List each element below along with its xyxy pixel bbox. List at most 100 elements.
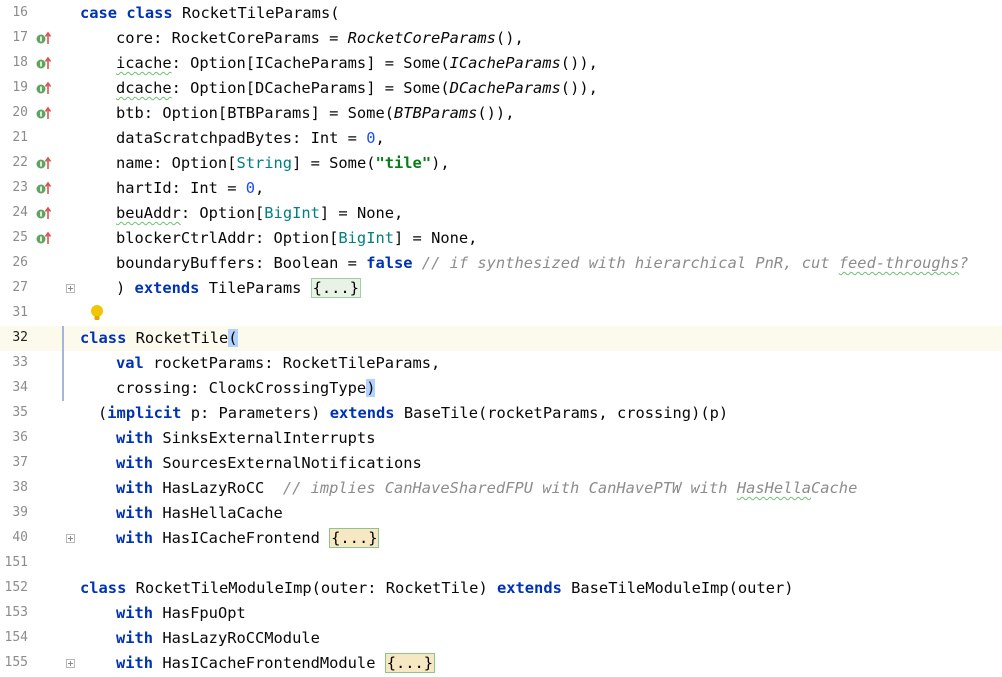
code-text: case class RocketTileParams( — [80, 2, 339, 25]
code-token: case — [80, 4, 127, 22]
code-line[interactable]: 153 with HasFpuOpt — [0, 601, 1002, 626]
code-token: hartId: Int = — [116, 179, 246, 197]
code-token: blockerCtrlAddr: Option[ — [116, 229, 339, 247]
line-number: 32 — [12, 330, 28, 345]
line-number: 154 — [4, 630, 28, 645]
line-number: 16 — [12, 5, 28, 20]
overrides-method-icon[interactable] — [36, 206, 52, 220]
code-text: class RocketTile( — [80, 327, 238, 350]
overrides-method-icon[interactable] — [36, 181, 52, 195]
code-line[interactable]: 34 crossing: ClockCrossingType) — [0, 376, 1002, 401]
code-line[interactable]: 36 with SinksExternalInterrupts — [0, 426, 1002, 451]
code-token: beuAddr — [116, 204, 181, 222]
code-line[interactable]: 154 with HasLazyRoCCModule — [0, 626, 1002, 651]
code-text: with HasLazyRoCCModule — [116, 627, 320, 650]
code-line[interactable]: 35 (implicit p: Parameters) extends BaseT… — [0, 401, 1002, 426]
code-line[interactable]: 155 with HasICacheFrontendModule {...} — [0, 651, 1002, 676]
fold-expand-icon[interactable] — [66, 659, 75, 668]
code-token: with — [116, 454, 163, 472]
code-line[interactable]: 40 with HasICacheFrontend {...} — [0, 526, 1002, 551]
code-line[interactable]: 22 name: Option[String] = Some("tile"), — [0, 151, 1002, 176]
code-line[interactable]: 37 with SourcesExternalNotifications — [0, 451, 1002, 476]
code-line[interactable]: 24 beuAddr: Option[BigInt] = None, — [0, 201, 1002, 226]
code-line[interactable]: 18 icache: Option[ICacheParams] = Some(IC… — [0, 51, 1002, 76]
code-line[interactable]: 25 blockerCtrlAddr: Option[BigInt] = None… — [0, 226, 1002, 251]
line-number: 26 — [12, 255, 28, 270]
code-token: RocketCoreParams — [347, 29, 496, 47]
code-token: BTBParams — [393, 104, 478, 122]
code-token: HasHellaCache — [162, 504, 283, 522]
code-token: with — [116, 479, 163, 497]
code-line[interactable]: 39 with HasHellaCache — [0, 501, 1002, 526]
code-token: RocketTileParams( — [181, 4, 340, 22]
code-text: (implicit p: Parameters) extends BaseTil… — [98, 402, 728, 425]
code-token: BaseTileModuleImp(outer) — [571, 579, 794, 597]
overrides-method-icon[interactable] — [36, 231, 52, 245]
code-token: with — [116, 504, 163, 522]
code-token: ICacheParams — [449, 54, 561, 72]
overrides-method-icon[interactable] — [36, 56, 52, 70]
code-token: : Option[ — [180, 204, 265, 222]
code-token: HasLazyRoCCModule — [162, 629, 320, 647]
code-token: false — [366, 254, 422, 272]
code-token: class — [80, 329, 136, 347]
code-token: icache — [116, 54, 172, 72]
overrides-method-icon[interactable] — [36, 106, 52, 120]
fold-expand-icon[interactable] — [66, 534, 75, 543]
vcs-change-marker[interactable] — [62, 326, 64, 401]
code-line[interactable]: 23 hartId: Int = 0, — [0, 176, 1002, 201]
code-token: extends — [134, 279, 209, 297]
overrides-method-icon[interactable] — [36, 156, 52, 170]
code-token: boundaryBuffers: Boolean = — [116, 254, 367, 272]
code-line[interactable]: 27) extends TileParams {...} — [0, 276, 1002, 301]
code-token: rocketParams: RocketTileParams, — [153, 354, 441, 372]
code-text: val rocketParams: RocketTileParams, — [116, 352, 440, 375]
code-line[interactable]: 20 btb: Option[BTBParams] = Some(BTBParam… — [0, 101, 1002, 126]
code-token: btb: Option[BTBParams] = Some( — [116, 104, 394, 122]
code-token: BigInt — [338, 229, 394, 247]
line-number: 35 — [12, 405, 28, 420]
line-number: 151 — [4, 555, 28, 570]
line-number: 33 — [12, 355, 28, 370]
code-token: // if synthesized with hierarchical PnR,… — [421, 254, 839, 272]
code-token: ) — [366, 379, 376, 397]
folded-region[interactable]: {...} — [310, 278, 361, 298]
code-token: name: Option[ — [116, 154, 237, 172]
code-line[interactable]: 26 boundaryBuffers: Boolean = false // if… — [0, 251, 1002, 276]
code-line[interactable]: 31 — [0, 301, 1002, 326]
code-token: dataScratchpadBytes: Int = — [116, 129, 367, 147]
code-text: with HasLazyRoCC // implies CanHaveShare… — [116, 477, 857, 500]
code-line[interactable]: 32 class RocketTile( — [0, 326, 1002, 351]
code-text: blockerCtrlAddr: Option[BigInt] = None, — [116, 227, 477, 250]
code-text: with HasICacheFrontendModule {...} — [116, 652, 436, 675]
code-line[interactable]: 152 class RocketTileModuleImp(outer: Rock… — [0, 576, 1002, 601]
code-line[interactable]: 33 val rocketParams: RocketTileParams, — [0, 351, 1002, 376]
code-text: name: Option[String] = Some("tile"), — [116, 152, 450, 175]
code-text: with SourcesExternalNotifications — [116, 452, 422, 475]
code-text: beuAddr: Option[BigInt] = None, — [116, 202, 403, 225]
code-line[interactable]: 21 dataScratchpadBytes: Int = 0, — [0, 126, 1002, 151]
code-token: ] = Some( — [292, 154, 376, 172]
code-token: TileParams — [208, 279, 311, 297]
line-number: 19 — [12, 80, 28, 95]
overrides-method-icon[interactable] — [36, 81, 52, 95]
code-token: with — [116, 604, 163, 622]
code-token: BaseTile(rocketParams, crossing)(p) — [403, 404, 729, 422]
folded-region[interactable]: {...} — [384, 653, 436, 673]
code-text: ) extends TileParams {...} — [116, 277, 361, 300]
lightbulb-icon[interactable] — [90, 304, 104, 322]
code-token: // implies CanHaveSharedFPU with CanHave… — [282, 479, 737, 497]
fold-expand-icon[interactable] — [66, 284, 75, 293]
code-line[interactable]: 17 core: RocketCoreParams = RocketCorePar… — [0, 26, 1002, 51]
code-line[interactable]: 19 dcache: Option[DCacheParams] = Some(DC… — [0, 76, 1002, 101]
code-token: DCacheParams — [449, 79, 561, 97]
code-editor[interactable]: 16 case class RocketTileParams(17 core: Ro… — [0, 0, 1002, 677]
code-text: class RocketTileModuleImp(outer: RocketT… — [80, 577, 794, 600]
code-line[interactable]: 16 case class RocketTileParams( — [0, 1, 1002, 26]
folded-region[interactable]: {...} — [329, 528, 380, 548]
code-text: dataScratchpadBytes: Int = 0, — [116, 127, 385, 150]
code-token: HasLazyRoCC — [162, 479, 283, 497]
overrides-method-icon[interactable] — [36, 31, 52, 45]
code-line[interactable]: 151 — [0, 551, 1002, 576]
code-line[interactable]: 38 with HasLazyRoCC // implies CanHaveSha… — [0, 476, 1002, 501]
